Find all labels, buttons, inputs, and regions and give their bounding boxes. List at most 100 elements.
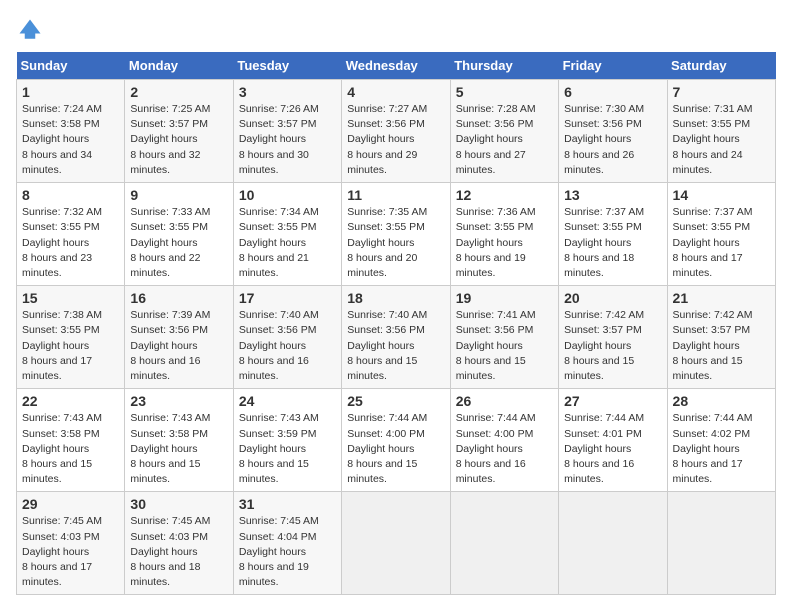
day-number: 9 xyxy=(130,187,227,203)
day-number: 8 xyxy=(22,187,119,203)
day-info: Sunrise: 7:26 AM Sunset: 3:57 PM Dayligh… xyxy=(239,102,336,178)
day-info: Sunrise: 7:28 AM Sunset: 3:56 PM Dayligh… xyxy=(456,102,553,178)
day-number: 12 xyxy=(456,187,553,203)
calendar-cell: 29 Sunrise: 7:45 AM Sunset: 4:03 PM Dayl… xyxy=(17,492,125,595)
calendar-cell xyxy=(667,492,775,595)
day-info: Sunrise: 7:31 AM Sunset: 3:55 PM Dayligh… xyxy=(673,102,770,178)
calendar-cell: 20 Sunrise: 7:42 AM Sunset: 3:57 PM Dayl… xyxy=(559,286,667,389)
day-info: Sunrise: 7:42 AM Sunset: 3:57 PM Dayligh… xyxy=(673,308,770,384)
day-number: 2 xyxy=(130,84,227,100)
calendar-cell: 28 Sunrise: 7:44 AM Sunset: 4:02 PM Dayl… xyxy=(667,389,775,492)
day-number: 20 xyxy=(564,290,661,306)
logo xyxy=(16,16,48,44)
day-info: Sunrise: 7:44 AM Sunset: 4:01 PM Dayligh… xyxy=(564,411,661,487)
calendar-cell: 5 Sunrise: 7:28 AM Sunset: 3:56 PM Dayli… xyxy=(450,80,558,183)
calendar-week-4: 22 Sunrise: 7:43 AM Sunset: 3:58 PM Dayl… xyxy=(17,389,776,492)
day-number: 25 xyxy=(347,393,444,409)
day-number: 5 xyxy=(456,84,553,100)
calendar-cell: 23 Sunrise: 7:43 AM Sunset: 3:58 PM Dayl… xyxy=(125,389,233,492)
day-info: Sunrise: 7:44 AM Sunset: 4:00 PM Dayligh… xyxy=(456,411,553,487)
day-number: 15 xyxy=(22,290,119,306)
calendar-cell: 22 Sunrise: 7:43 AM Sunset: 3:58 PM Dayl… xyxy=(17,389,125,492)
calendar-cell: 19 Sunrise: 7:41 AM Sunset: 3:56 PM Dayl… xyxy=(450,286,558,389)
calendar-cell: 14 Sunrise: 7:37 AM Sunset: 3:55 PM Dayl… xyxy=(667,183,775,286)
day-info: Sunrise: 7:45 AM Sunset: 4:03 PM Dayligh… xyxy=(130,514,227,590)
day-info: Sunrise: 7:37 AM Sunset: 3:55 PM Dayligh… xyxy=(564,205,661,281)
calendar-cell: 27 Sunrise: 7:44 AM Sunset: 4:01 PM Dayl… xyxy=(559,389,667,492)
calendar-week-1: 1 Sunrise: 7:24 AM Sunset: 3:58 PM Dayli… xyxy=(17,80,776,183)
calendar-cell: 10 Sunrise: 7:34 AM Sunset: 3:55 PM Dayl… xyxy=(233,183,341,286)
day-info: Sunrise: 7:30 AM Sunset: 3:56 PM Dayligh… xyxy=(564,102,661,178)
day-number: 27 xyxy=(564,393,661,409)
col-friday: Friday xyxy=(559,52,667,80)
day-info: Sunrise: 7:36 AM Sunset: 3:55 PM Dayligh… xyxy=(456,205,553,281)
day-number: 31 xyxy=(239,496,336,512)
day-number: 28 xyxy=(673,393,770,409)
calendar-cell: 26 Sunrise: 7:44 AM Sunset: 4:00 PM Dayl… xyxy=(450,389,558,492)
day-number: 24 xyxy=(239,393,336,409)
day-number: 23 xyxy=(130,393,227,409)
day-number: 16 xyxy=(130,290,227,306)
day-number: 30 xyxy=(130,496,227,512)
day-number: 26 xyxy=(456,393,553,409)
day-number: 29 xyxy=(22,496,119,512)
day-info: Sunrise: 7:25 AM Sunset: 3:57 PM Dayligh… xyxy=(130,102,227,178)
col-sunday: Sunday xyxy=(17,52,125,80)
day-info: Sunrise: 7:43 AM Sunset: 3:58 PM Dayligh… xyxy=(130,411,227,487)
day-number: 6 xyxy=(564,84,661,100)
header xyxy=(16,16,776,44)
day-number: 13 xyxy=(564,187,661,203)
col-tuesday: Tuesday xyxy=(233,52,341,80)
day-info: Sunrise: 7:35 AM Sunset: 3:55 PM Dayligh… xyxy=(347,205,444,281)
day-info: Sunrise: 7:34 AM Sunset: 3:55 PM Dayligh… xyxy=(239,205,336,281)
calendar-header: SundayMondayTuesdayWednesdayThursdayFrid… xyxy=(17,52,776,80)
calendar-cell: 16 Sunrise: 7:39 AM Sunset: 3:56 PM Dayl… xyxy=(125,286,233,389)
day-info: Sunrise: 7:39 AM Sunset: 3:56 PM Dayligh… xyxy=(130,308,227,384)
day-number: 10 xyxy=(239,187,336,203)
day-info: Sunrise: 7:43 AM Sunset: 3:59 PM Dayligh… xyxy=(239,411,336,487)
calendar-cell: 12 Sunrise: 7:36 AM Sunset: 3:55 PM Dayl… xyxy=(450,183,558,286)
day-info: Sunrise: 7:42 AM Sunset: 3:57 PM Dayligh… xyxy=(564,308,661,384)
calendar-week-3: 15 Sunrise: 7:38 AM Sunset: 3:55 PM Dayl… xyxy=(17,286,776,389)
day-number: 7 xyxy=(673,84,770,100)
day-number: 18 xyxy=(347,290,444,306)
day-info: Sunrise: 7:44 AM Sunset: 4:02 PM Dayligh… xyxy=(673,411,770,487)
calendar-cell: 25 Sunrise: 7:44 AM Sunset: 4:00 PM Dayl… xyxy=(342,389,450,492)
col-wednesday: Wednesday xyxy=(342,52,450,80)
calendar-cell: 9 Sunrise: 7:33 AM Sunset: 3:55 PM Dayli… xyxy=(125,183,233,286)
col-monday: Monday xyxy=(125,52,233,80)
day-info: Sunrise: 7:41 AM Sunset: 3:56 PM Dayligh… xyxy=(456,308,553,384)
calendar-cell: 8 Sunrise: 7:32 AM Sunset: 3:55 PM Dayli… xyxy=(17,183,125,286)
calendar-cell: 13 Sunrise: 7:37 AM Sunset: 3:55 PM Dayl… xyxy=(559,183,667,286)
day-info: Sunrise: 7:37 AM Sunset: 3:55 PM Dayligh… xyxy=(673,205,770,281)
calendar-table: SundayMondayTuesdayWednesdayThursdayFrid… xyxy=(16,52,776,595)
day-number: 11 xyxy=(347,187,444,203)
calendar-cell: 18 Sunrise: 7:40 AM Sunset: 3:56 PM Dayl… xyxy=(342,286,450,389)
day-number: 3 xyxy=(239,84,336,100)
calendar-cell: 1 Sunrise: 7:24 AM Sunset: 3:58 PM Dayli… xyxy=(17,80,125,183)
calendar-cell: 31 Sunrise: 7:45 AM Sunset: 4:04 PM Dayl… xyxy=(233,492,341,595)
day-number: 17 xyxy=(239,290,336,306)
day-info: Sunrise: 7:32 AM Sunset: 3:55 PM Dayligh… xyxy=(22,205,119,281)
day-info: Sunrise: 7:27 AM Sunset: 3:56 PM Dayligh… xyxy=(347,102,444,178)
calendar-cell: 3 Sunrise: 7:26 AM Sunset: 3:57 PM Dayli… xyxy=(233,80,341,183)
day-info: Sunrise: 7:40 AM Sunset: 3:56 PM Dayligh… xyxy=(347,308,444,384)
calendar-cell xyxy=(559,492,667,595)
day-info: Sunrise: 7:24 AM Sunset: 3:58 PM Dayligh… xyxy=(22,102,119,178)
calendar-cell: 17 Sunrise: 7:40 AM Sunset: 3:56 PM Dayl… xyxy=(233,286,341,389)
calendar-cell: 4 Sunrise: 7:27 AM Sunset: 3:56 PM Dayli… xyxy=(342,80,450,183)
calendar-cell: 15 Sunrise: 7:38 AM Sunset: 3:55 PM Dayl… xyxy=(17,286,125,389)
day-number: 4 xyxy=(347,84,444,100)
day-number: 22 xyxy=(22,393,119,409)
calendar-cell xyxy=(450,492,558,595)
day-info: Sunrise: 7:45 AM Sunset: 4:03 PM Dayligh… xyxy=(22,514,119,590)
calendar-cell: 7 Sunrise: 7:31 AM Sunset: 3:55 PM Dayli… xyxy=(667,80,775,183)
day-number: 21 xyxy=(673,290,770,306)
calendar-cell: 21 Sunrise: 7:42 AM Sunset: 3:57 PM Dayl… xyxy=(667,286,775,389)
day-info: Sunrise: 7:44 AM Sunset: 4:00 PM Dayligh… xyxy=(347,411,444,487)
calendar-cell: 2 Sunrise: 7:25 AM Sunset: 3:57 PM Dayli… xyxy=(125,80,233,183)
calendar-cell: 24 Sunrise: 7:43 AM Sunset: 3:59 PM Dayl… xyxy=(233,389,341,492)
day-info: Sunrise: 7:40 AM Sunset: 3:56 PM Dayligh… xyxy=(239,308,336,384)
calendar-week-2: 8 Sunrise: 7:32 AM Sunset: 3:55 PM Dayli… xyxy=(17,183,776,286)
day-number: 19 xyxy=(456,290,553,306)
